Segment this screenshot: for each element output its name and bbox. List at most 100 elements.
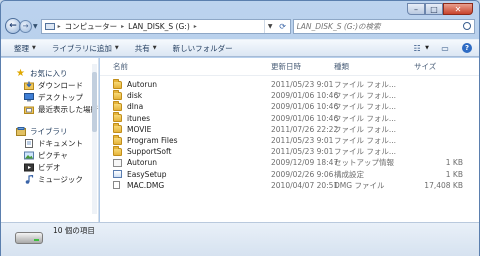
nav-item-label: ドキュメント (38, 138, 83, 148)
nav-libraries-label: ライブラリ (30, 126, 68, 136)
maximize-button[interactable]: □ (425, 3, 443, 15)
file-row[interactable]: MAC.DMG 2010/04/07 20:51 DMG ファイル 17,408… (100, 180, 479, 191)
nav-item-label: ビデオ (38, 162, 61, 172)
file-type: セットアップ情報 (334, 158, 394, 168)
file-row[interactable]: EasySetup 2009/02/26 9:06 構成設定 1 KB (100, 169, 479, 180)
chevron-down-icon: ▼ (32, 45, 36, 51)
file-row[interactable]: Autorun 2011/05/23 9:01 ファイル フォル... (100, 78, 479, 90)
share-label: 共有 (134, 43, 150, 53)
column-type[interactable]: 種類 (332, 61, 407, 72)
star-icon: ★ (16, 67, 25, 79)
file-row[interactable]: dlna 2009/01/06 10:46 ファイル フォル... (100, 100, 479, 112)
file-row[interactable]: Autorun 2009/12/09 18:47 セットアップ情報 1 KB (100, 157, 479, 168)
file-row[interactable]: Program Files 2011/05/23 9:01 ファイル フォル..… (100, 134, 479, 146)
organize-menu[interactable]: 整理 ▼ (14, 43, 36, 54)
column-name[interactable]: 名前 (100, 61, 259, 72)
file-row[interactable]: itunes 2009/01/06 10:46 ファイル フォル... (100, 112, 479, 124)
minimize-button[interactable]: – (407, 3, 425, 15)
help-button[interactable]: ? (461, 43, 473, 54)
file-type: ファイル フォル... (334, 147, 397, 157)
organize-label: 整理 (14, 43, 29, 53)
file-type: ファイル フォル... (334, 136, 397, 146)
drive-icon (15, 232, 43, 244)
item-count: 10 個の項目 (53, 226, 95, 235)
file-date: 2011/05/23 9:01 (271, 80, 334, 90)
file-type: ファイル フォル... (334, 91, 397, 101)
preview-pane-icon[interactable]: ▭ (439, 43, 451, 54)
nav-item-recent-places[interactable]: 最近表示した場所 (1, 103, 98, 115)
document-icon (113, 181, 120, 190)
breadcrumb-computer[interactable]: コンピューター (65, 21, 118, 32)
file-date: 2009/01/06 10:46 (271, 102, 339, 112)
nav-scrollbar[interactable] (92, 64, 97, 214)
documents-icon (23, 138, 34, 148)
file-name: disk (127, 91, 143, 101)
new-folder-button[interactable]: 新しいフォルダー (173, 43, 233, 54)
nav-item-label: デスクトップ (38, 92, 83, 102)
file-name: MAC.DMG (127, 180, 165, 190)
file-row[interactable]: SupportSoft 2011/05/23 9:01 ファイル フォル... (100, 145, 479, 157)
file-date: 2009/12/09 18:47 (271, 158, 339, 168)
nav-scrollbar-thumb[interactable] (92, 72, 97, 132)
address-dropdown-icon[interactable]: ▼ (263, 19, 276, 33)
help-icon: ? (462, 43, 472, 53)
share-menu[interactable]: 共有 ▼ (135, 43, 157, 54)
nav-item-documents[interactable]: ドキュメント (1, 137, 98, 149)
refresh-icon[interactable]: ⟳ (276, 20, 290, 33)
new-folder-label: 新しいフォルダー (172, 43, 233, 53)
view-options-icon[interactable]: ☷ (411, 43, 423, 54)
breadcrumb-separator-icon[interactable]: ▸ (194, 23, 197, 30)
navigation-pane: ★ お気に入り ダウンロード デスクトップ 最近表示した場所 ライブラリ ドキュ… (1, 58, 99, 222)
breadcrumb-separator-icon[interactable]: ▸ (121, 23, 124, 30)
folder-icon (113, 145, 122, 156)
file-name: EasySetup (127, 169, 167, 179)
search-box[interactable] (292, 18, 475, 34)
chevron-down-icon: ▼ (152, 45, 157, 51)
desktop-icon (23, 92, 34, 102)
nav-item-pictures[interactable]: ピクチャ (1, 149, 98, 161)
nav-item-downloads[interactable]: ダウンロード (1, 79, 98, 91)
nav-libraries[interactable]: ライブラリ (1, 125, 98, 137)
pictures-icon (23, 151, 34, 160)
file-name: Autorun (127, 80, 158, 90)
file-name: MOVIE (127, 124, 152, 134)
file-name: Autorun (127, 158, 158, 168)
column-size[interactable]: サイズ (407, 61, 477, 72)
search-icon[interactable] (463, 22, 471, 30)
file-date: 2011/07/26 22:22 (271, 124, 339, 134)
nav-favorites-label: お気に入り (30, 68, 68, 78)
nav-favorites[interactable]: ★ お気に入り (1, 67, 98, 79)
nav-item-videos[interactable]: ビデオ (1, 161, 98, 173)
file-date: 2011/05/23 9:01 (271, 136, 334, 146)
folder-icon (113, 123, 122, 134)
column-date[interactable]: 更新日時 (259, 61, 332, 72)
add-to-library-menu[interactable]: ライブラリに追加 ▼ (52, 43, 119, 54)
search-input[interactable] (296, 21, 463, 31)
nav-item-music[interactable]: ミュージック (1, 173, 98, 185)
file-size: 1 KB (445, 169, 463, 179)
nav-item-label: ミュージック (38, 174, 83, 184)
column-header-row: 名前 更新日時 種類 サイズ (100, 58, 479, 76)
nav-item-label: ピクチャ (38, 150, 68, 160)
add-to-library-label: ライブラリに追加 (51, 43, 112, 53)
breadcrumb-separator-icon[interactable]: ▸ (58, 23, 61, 30)
explorer-window: – □ ✕ ← → ▼ ▸ コンピューター ▸ LAN_DISK_S (G:) … (0, 0, 480, 256)
back-arrow-icon: ← (9, 21, 17, 31)
file-date: 2011/05/23 9:01 (271, 147, 334, 157)
file-size: 17,408 KB (424, 180, 463, 190)
nav-item-desktop[interactable]: デスクトップ (1, 91, 98, 103)
breadcrumb-drive[interactable]: LAN_DISK_S (G:) (128, 22, 190, 31)
history-dropdown-icon[interactable]: ▼ (33, 23, 38, 30)
file-date: 2009/02/26 9:06 (271, 169, 334, 179)
file-row[interactable]: MOVIE 2011/07/26 22:22 ファイル フォル... (100, 123, 479, 135)
address-bar[interactable]: ▸ コンピューター ▸ LAN_DISK_S (G:) ▸ ▼ ⟳ (40, 18, 291, 34)
chevron-down-icon[interactable]: ▼ (425, 45, 429, 51)
recent-places-icon (23, 105, 34, 114)
file-list: 名前 更新日時 種類 サイズ Autorun 2011/05/23 9:01 フ… (100, 58, 479, 222)
videos-icon (23, 163, 34, 172)
file-type: 構成設定 (334, 169, 364, 179)
close-button[interactable]: ✕ (443, 3, 473, 15)
file-row[interactable]: disk 2009/01/06 10:46 ファイル フォル... (100, 89, 479, 101)
forward-button[interactable]: → (19, 19, 32, 33)
folder-icon (113, 100, 122, 111)
